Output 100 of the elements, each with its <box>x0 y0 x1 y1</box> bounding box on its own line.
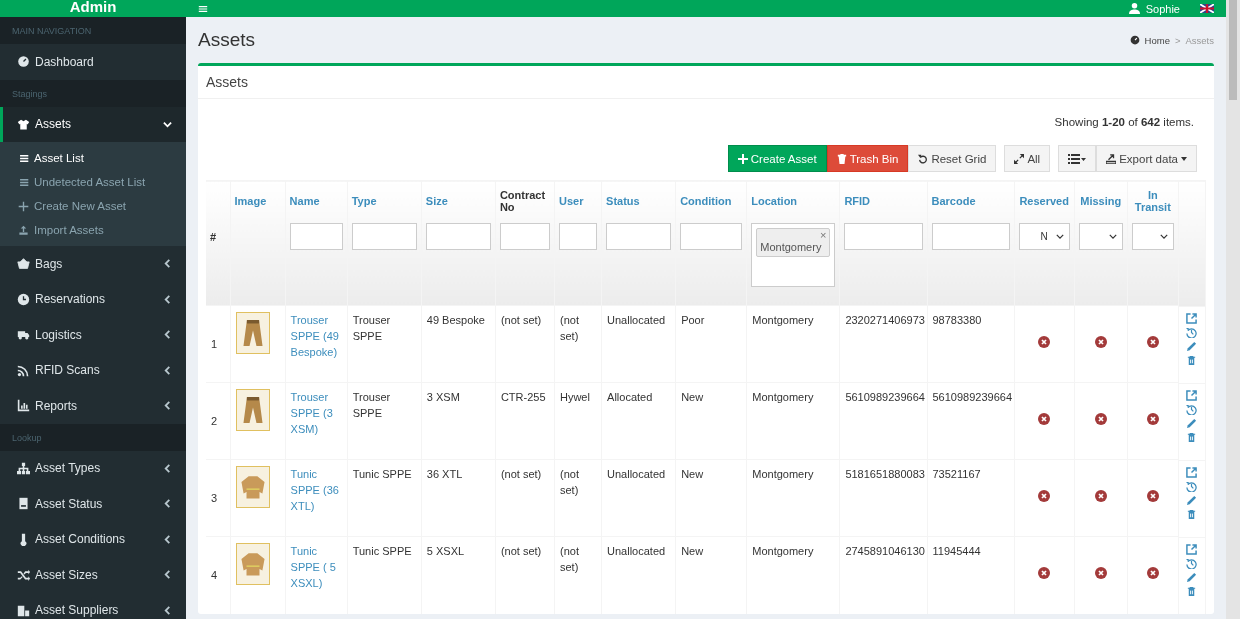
user-name[interactable]: Sophie <box>1145 2 1180 15</box>
export-button[interactable]: Export data <box>1096 145 1197 172</box>
filter-tag[interactable]: × Montgomery <box>756 228 831 257</box>
nav-section-header: MAIN NAVIGATION <box>0 17 186 44</box>
submenu-item[interactable]: Import Assets <box>0 218 186 242</box>
sidebar-item[interactable]: Logistics <box>0 317 186 353</box>
delete-icon[interactable] <box>1186 585 1198 597</box>
expand-button[interactable]: All <box>1004 145 1051 172</box>
edit-icon[interactable] <box>1186 494 1198 506</box>
nav-section-header: Lookup <box>0 423 186 451</box>
filter-field[interactable] <box>680 223 743 250</box>
table-cell: Tunic SPPE <box>347 536 422 614</box>
row-number: 3 <box>206 459 231 537</box>
sidebar-item[interactable]: Assets <box>0 106 186 142</box>
filter-field[interactable] <box>606 223 672 250</box>
table-cell: (not set) <box>495 536 555 614</box>
nav-icon <box>18 224 29 236</box>
history-icon[interactable] <box>1186 326 1198 338</box>
edit-icon[interactable] <box>1186 340 1198 352</box>
submenu-item[interactable]: Undetected Asset List <box>0 170 186 194</box>
results-summary: Showing 1-20 of 642 items. <box>1054 116 1194 128</box>
column-sort-link[interactable]: Missing <box>1078 187 1123 215</box>
asset-name-link[interactable]: Trouser SPPE (3 XSM) <box>290 389 342 437</box>
edit-icon[interactable] <box>1186 571 1198 583</box>
delete-icon[interactable] <box>1186 431 1198 443</box>
column-sort-link[interactable]: Reserved <box>1018 187 1070 215</box>
filter-select[interactable]: N <box>1018 223 1070 250</box>
open-external-icon[interactable] <box>1186 543 1198 555</box>
brand-logo[interactable]: Admin <box>0 0 186 17</box>
scrollbar-track[interactable] <box>1226 0 1240 619</box>
flag-icon[interactable] <box>1200 4 1214 13</box>
filter-field[interactable] <box>289 223 343 250</box>
trash-button[interactable]: Trash Bin <box>826 145 909 172</box>
column-sort-link[interactable]: Name <box>289 187 343 215</box>
table-cell: 5181651880083 <box>839 459 927 537</box>
chevron-left-icon <box>163 259 172 269</box>
sidebar-item[interactable]: Reports <box>0 388 186 424</box>
column-sort-link[interactable]: Size <box>425 187 491 215</box>
columns-menu-button[interactable] <box>1058 145 1097 172</box>
create-button[interactable]: Create Asset <box>727 145 827 172</box>
table-cell: 5610989239664 <box>927 382 1015 460</box>
delete-icon[interactable] <box>1186 508 1198 520</box>
asset-name-link[interactable]: Trouser SPPE (49 Bespoke) <box>290 312 342 360</box>
history-icon[interactable] <box>1186 557 1198 569</box>
submenu-item[interactable]: Asset List <box>0 146 186 170</box>
column-sort-link[interactable]: Image <box>234 187 281 215</box>
chevron-left-icon <box>163 570 172 580</box>
column-sort-link[interactable]: Condition <box>680 187 743 215</box>
user-icon[interactable] <box>1128 3 1140 14</box>
remove-tag-symbol[interactable]: × <box>819 229 827 241</box>
breadcrumb-item[interactable]: Home <box>1144 34 1170 46</box>
filter-tags-field[interactable]: × Montgomery <box>751 223 836 287</box>
sidebar-item[interactable]: Bags <box>0 246 186 282</box>
sidebar-item[interactable]: Asset Types <box>0 450 186 486</box>
history-icon[interactable] <box>1186 480 1198 492</box>
sidebar-item[interactable]: Asset Suppliers <box>0 592 186 619</box>
sidebar-item[interactable]: Asset Status <box>0 486 186 522</box>
reset-button[interactable]: Reset Grid <box>908 145 997 172</box>
submenu-item[interactable]: Create New Asset <box>0 194 186 218</box>
history-icon[interactable] <box>1186 403 1198 415</box>
column-sort-link[interactable]: Type <box>351 187 417 215</box>
filter-field[interactable] <box>351 223 417 250</box>
filter-field[interactable] <box>425 223 491 250</box>
filter-field[interactable] <box>499 223 550 250</box>
filter-field[interactable] <box>844 223 923 250</box>
delete-icon[interactable] <box>1186 354 1198 366</box>
table-cell: Unallocated <box>601 459 676 537</box>
open-external-icon[interactable] <box>1186 312 1198 324</box>
table-cell: Unallocated <box>601 305 676 383</box>
sidebar-item[interactable]: Asset Sizes <box>0 557 186 593</box>
column-sort-link[interactable]: RFID <box>844 187 923 215</box>
edit-icon[interactable] <box>1186 417 1198 429</box>
table-cell: 3 XSM <box>421 382 496 460</box>
chevron-left-icon <box>163 463 172 473</box>
column-sort-link[interactable]: In Transit <box>1131 187 1174 215</box>
column-sort-link[interactable]: Location <box>751 187 836 215</box>
column-sort-link[interactable]: Barcode <box>931 187 1010 215</box>
table-cell: 5 XSXL <box>421 536 496 614</box>
sidebar-item[interactable]: Reservations <box>0 281 186 317</box>
table-cell: (not set) <box>554 305 602 383</box>
sidebar-item[interactable]: RFID Scans <box>0 352 186 388</box>
sidebar-item[interactable]: Dashboard <box>0 44 186 80</box>
table-cell: (not set) <box>495 459 555 537</box>
column-sort-link[interactable]: Status <box>606 187 672 215</box>
menu-icon[interactable] <box>198 5 208 12</box>
dashboard-icon <box>1129 35 1140 45</box>
sidebar-item[interactable]: Asset Conditions <box>0 521 186 557</box>
filter-field[interactable] <box>559 223 598 250</box>
column-sort-link[interactable]: User <box>559 187 598 215</box>
open-external-icon[interactable] <box>1186 466 1198 478</box>
nav-icon <box>18 152 29 164</box>
open-external-icon[interactable] <box>1186 389 1198 401</box>
asset-name-link[interactable]: Tunic SPPE (36 XTL) <box>290 466 342 514</box>
asset-name-link[interactable]: Tunic SPPE ( 5 XSXL) <box>290 543 342 591</box>
column-header: # <box>210 230 218 245</box>
table-cell: 2320271406973 <box>839 305 927 383</box>
page-title: Assets <box>198 29 257 51</box>
filter-field[interactable] <box>931 223 1010 250</box>
table-cell: New <box>675 382 747 460</box>
scrollbar-thumb[interactable] <box>1229 0 1237 100</box>
